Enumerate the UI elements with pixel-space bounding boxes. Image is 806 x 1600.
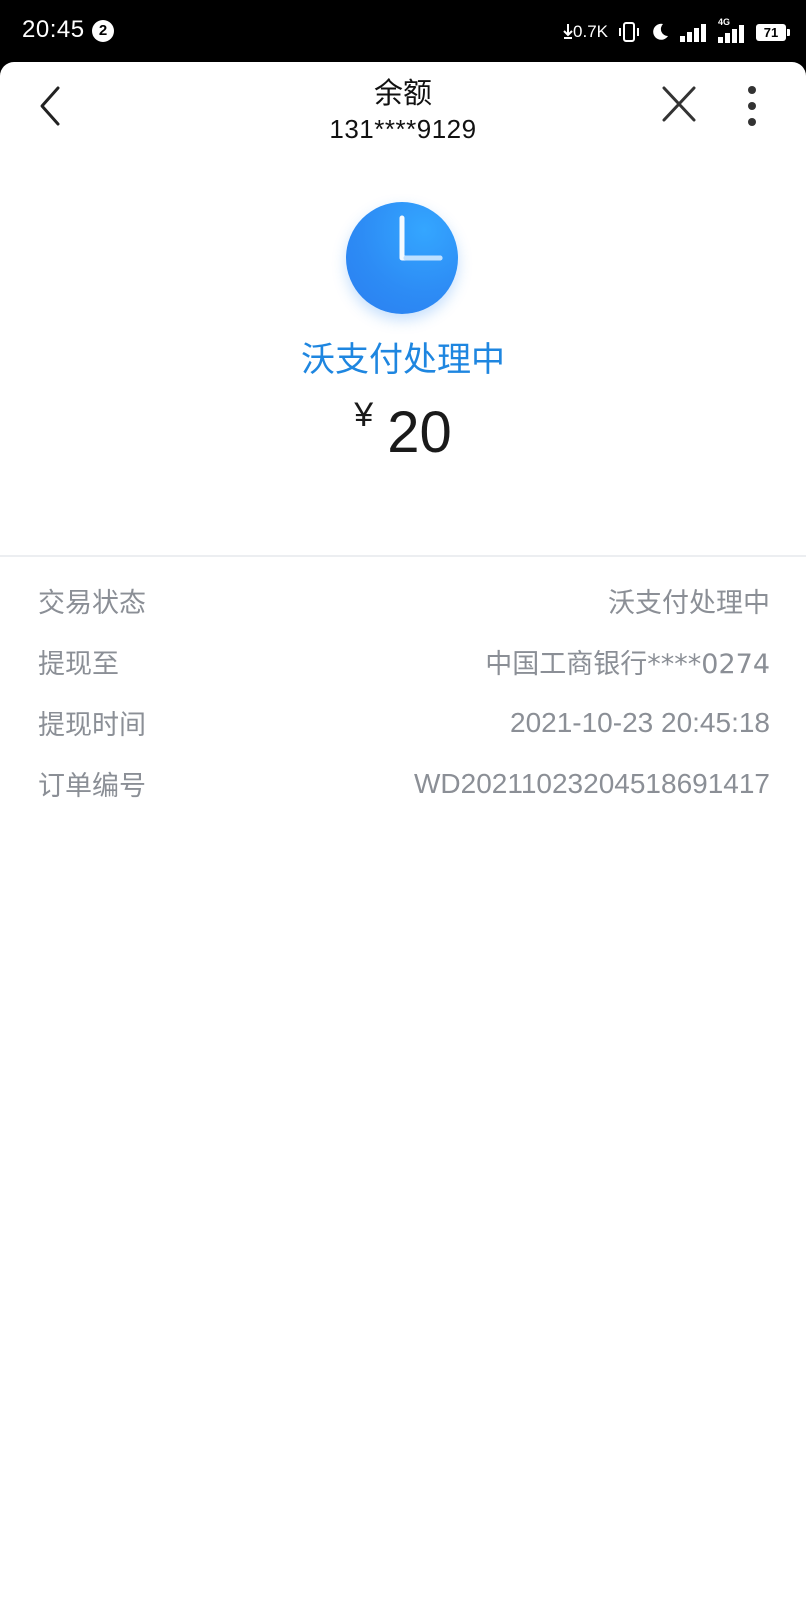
status-time: 20:45 xyxy=(22,16,85,43)
detail-row-status: 交易状态 沃支付处理中 xyxy=(38,570,770,631)
signal-4g-icon xyxy=(718,25,744,43)
close-icon xyxy=(662,86,696,122)
net-speed: 0.7K xyxy=(563,22,608,42)
battery-icon: 71 xyxy=(756,23,790,41)
detail-row-withdraw-to: 提现至 中国工商银行****0274 xyxy=(38,631,770,692)
vibrate-icon xyxy=(619,22,639,42)
network-4g-indicator: 4G xyxy=(718,17,746,43)
detail-value: WD2021102320451869141​7 xyxy=(413,767,770,799)
transaction-details: 交易状态 沃支付处理中 提现至 中国工商银行****0274 提现时间 2021… xyxy=(38,570,770,814)
detail-value: 沃支付处理中 xyxy=(608,588,770,619)
close-button[interactable] xyxy=(660,84,698,124)
detail-label: 交易状态 xyxy=(38,588,146,619)
more-vertical-icon xyxy=(748,86,756,126)
detail-row-order-number: 订单编号 WD2021102320451869141​7 xyxy=(38,753,770,814)
status-bar: 20:45 2 0.7K 4G 71 xyxy=(0,0,806,64)
signal-icon xyxy=(680,24,706,42)
detail-value: 中国工商银行****0274 xyxy=(485,649,770,680)
more-options-button[interactable] xyxy=(744,84,760,128)
clock-icon xyxy=(346,202,458,314)
status-text: 沃支付处理中 xyxy=(301,340,505,380)
detail-label: 提现至 xyxy=(38,649,119,680)
divider xyxy=(0,555,806,557)
detail-value: 2021-10-23 20:45:18 xyxy=(510,706,770,738)
amount: ¥20 xyxy=(0,396,806,466)
status-icons: 0.7K 4G 71 xyxy=(563,17,790,46)
detail-label: 提现时间 xyxy=(38,710,146,741)
moon-icon xyxy=(653,23,668,40)
amount-value: 20 xyxy=(387,400,452,465)
app-sheet: 余额 131****9129 沃支付处理中 ¥20 交易状态 沃支付处理中 提现… xyxy=(0,62,806,1600)
net-speed-value: 0.7K xyxy=(573,22,608,41)
detail-row-withdraw-time: 提现时间 2021-10-23 20:45:18 xyxy=(38,692,770,753)
notification-count-badge: 2 xyxy=(92,20,114,42)
currency-symbol: ¥ xyxy=(354,396,374,434)
detail-label: 订单编号 xyxy=(38,771,146,802)
download-arrow-icon xyxy=(563,24,573,39)
